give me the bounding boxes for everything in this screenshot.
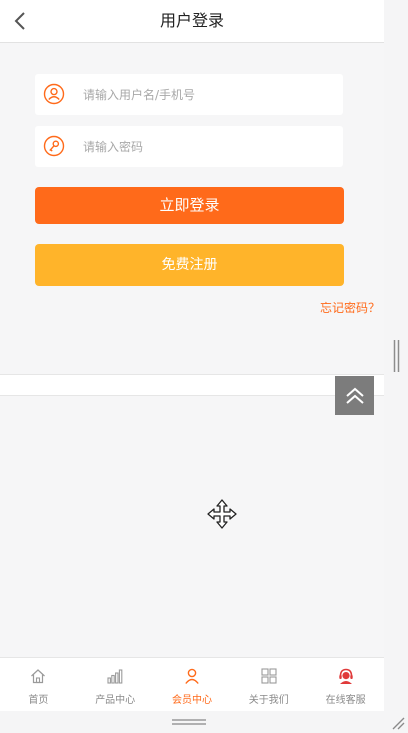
tab-label: 首页 <box>28 695 49 706</box>
page-title: 用户登录 <box>159 11 224 30</box>
resize-grip-icon[interactable] <box>389 714 405 730</box>
tab-label: 会员中心 <box>171 695 212 706</box>
section-divider <box>0 374 384 396</box>
bar-chart-icon <box>107 669 123 684</box>
tab-member[interactable]: 会员中心 <box>154 658 231 711</box>
tab-home[interactable]: 首页 <box>0 658 77 711</box>
tab-label: 关于我们 <box>248 695 289 706</box>
drag-handle[interactable] <box>172 718 206 726</box>
tab-products[interactable]: 产品中心 <box>77 658 154 711</box>
tab-label: 在线客服 <box>325 695 366 706</box>
move-cursor-icon <box>207 499 237 529</box>
bottom-tab-bar: 首页 产品中心 会员中心 关于我们 在线客服 <box>0 657 384 711</box>
forgot-password-link[interactable]: 忘记密码？ <box>320 299 380 316</box>
user-icon <box>185 668 199 684</box>
grid-icon <box>261 668 277 684</box>
user-icon <box>43 83 65 105</box>
scrollbar-handle[interactable] <box>393 340 400 372</box>
customer-service-icon <box>338 668 353 684</box>
password-input[interactable] <box>83 126 333 167</box>
double-chevron-up-icon <box>345 387 364 404</box>
tab-customer-service[interactable]: 在线客服 <box>307 658 384 711</box>
key-icon <box>43 135 65 157</box>
header-bar: 用户登录 <box>0 0 384 43</box>
login-button[interactable]: 立即登录 <box>35 187 344 224</box>
register-button[interactable]: 免费注册 <box>35 244 344 286</box>
username-field[interactable] <box>35 74 343 115</box>
home-icon <box>31 669 46 684</box>
password-field[interactable] <box>35 126 343 167</box>
username-input[interactable] <box>83 74 333 115</box>
back-to-top-button[interactable] <box>335 376 374 415</box>
tab-label: 产品中心 <box>95 695 136 706</box>
app-screen: 用户登录 立即登录 免费注册 忘记密码？ <box>0 0 384 711</box>
tab-about[interactable]: 关于我们 <box>230 658 307 711</box>
